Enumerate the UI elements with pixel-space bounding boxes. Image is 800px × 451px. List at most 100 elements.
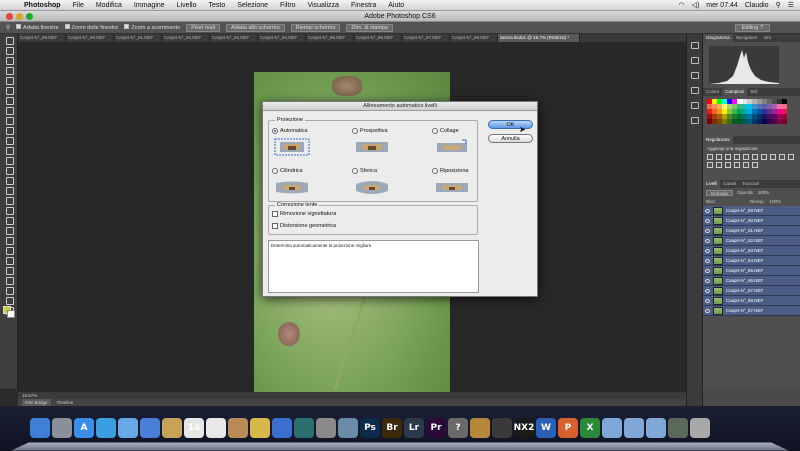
visibility-eye-icon[interactable] [705,268,710,273]
dim-stampa-button[interactable]: Dim. di stampa [346,23,394,32]
volume-icon[interactable]: ◁) [692,1,700,9]
brush-tool-icon[interactable] [4,106,14,115]
tab-mini-bridge[interactable]: Mini Bridge [22,399,51,406]
rectangle-tool-icon[interactable] [4,206,14,215]
close-window-icon[interactable] [6,13,13,20]
doc-tab[interactable]: Caspri-N°_59.NEF [18,34,66,42]
marquee-tool-icon[interactable] [4,46,14,55]
option-adatta-finestre[interactable]: Adatta finestre [16,24,59,31]
brightness-adjustment-icon[interactable] [707,154,713,160]
levels-adjustment-icon[interactable] [716,154,722,160]
sferica-preview-icon[interactable] [354,178,390,196]
layer-row[interactable]: Caspri-N°_67.NEF [703,286,800,296]
properties-panel-icon[interactable] [690,72,699,79]
hand-tool-icon[interactable] [4,216,14,225]
visibility-eye-icon[interactable] [705,208,710,213]
preview-icon[interactable] [338,418,358,438]
tab-istogramma[interactable]: Istogramma [703,34,733,42]
option-collage[interactable]: Collage [432,128,459,134]
list-icon[interactable]: ☰ [788,1,794,9]
doc-tab[interactable]: Senza titolo1 @ 16,7% (RGB/16) * [498,34,580,42]
menu-photoshop[interactable]: Photoshop [18,2,67,9]
user-name[interactable]: Claudio [745,2,769,9]
extra-1-tool-icon[interactable] [4,236,14,245]
ok-button[interactable]: OK [488,120,533,129]
doc-tab[interactable]: Caspri-N°_65.NEF [306,34,354,42]
visibility-eye-icon[interactable] [705,218,710,223]
paragraph-panel-icon[interactable] [690,117,699,124]
layer-row[interactable]: Caspri-N°_63.NEF [703,246,800,256]
option-zoom-scorrimento[interactable]: Zoom a scorrimento [124,24,180,31]
doc-tab[interactable]: Caspri-N°_63.NEF [210,34,258,42]
tab-navigatore[interactable]: Navigatore [733,34,761,42]
option-riposiziona[interactable]: Riposiziona [432,168,468,174]
visibility-eye-icon[interactable] [705,238,710,243]
threshold-adjustment-icon[interactable] [734,162,740,168]
finder-icon[interactable] [30,418,50,438]
channel-mixer-adjustment-icon[interactable] [788,154,794,160]
radio-automatica[interactable] [272,128,278,134]
history-panel-icon[interactable] [690,42,699,49]
visibility-eye-icon[interactable] [705,228,710,233]
invert-adjustment-icon[interactable] [716,162,722,168]
selective-color-adjustment-icon[interactable] [752,162,758,168]
swatches-grid[interactable] [703,96,800,136]
color-balance-adjustment-icon[interactable] [761,154,767,160]
path-select-tool-icon[interactable] [4,196,14,205]
radio-cilindrica[interactable] [272,168,278,174]
tab-timeline[interactable]: Timeline [57,399,74,406]
tab-canali[interactable]: Canali [720,180,739,188]
tab-tracciati[interactable]: Tracciati [739,180,762,188]
automatica-preview-icon[interactable] [274,138,310,156]
camera-icon[interactable] [492,418,512,438]
layer-row[interactable]: Caspri-N°_64.NEF [703,256,800,266]
vignette-option[interactable]: Rimozione vignettatura [272,211,336,217]
menu-livello[interactable]: Livello [171,2,203,9]
opacity-value[interactable]: 100% [758,190,770,195]
lightroom-icon[interactable]: Lr [404,418,424,438]
minimize-window-icon[interactable] [16,13,23,20]
pixel-reali-button[interactable]: Pixel reali [186,23,221,32]
layer-row[interactable]: Caspri-N°_68.NEF [703,296,800,306]
eraser-tool-icon[interactable] [4,136,14,145]
zoom-tool-icon[interactable]: ⚲ [6,25,10,31]
extra-4-tool-icon[interactable] [4,266,14,275]
visibility-eye-icon[interactable] [705,248,710,253]
layer-row[interactable]: Caspri-N°_62.NEF [703,236,800,246]
stack-icon[interactable] [668,418,688,438]
actions-panel-icon[interactable] [690,57,699,64]
xcode-icon[interactable] [272,418,292,438]
tab-campioni[interactable]: Campioni [722,88,748,96]
prospettiva-preview-icon[interactable] [354,138,390,156]
menu-filtro[interactable]: Filtro [274,2,302,9]
extra-2-tool-icon[interactable] [4,246,14,255]
fill-value[interactable]: 100% [770,199,782,204]
adatta-schermo-button[interactable]: Adatta allo schermo [226,23,285,32]
distortion-checkbox[interactable] [272,223,278,229]
clone-stamp-tool-icon[interactable] [4,116,14,125]
cilindrica-preview-icon[interactable] [274,178,310,196]
visibility-eye-icon[interactable] [705,308,710,313]
type-tool-icon[interactable] [4,186,14,195]
pen-tool-icon[interactable] [4,176,14,185]
downloads-folder-icon[interactable] [646,418,666,438]
radio-riposiziona[interactable] [432,168,438,174]
dodge-tool-icon[interactable] [4,166,14,175]
menu-selezione[interactable]: Selezione [231,2,274,9]
extra-3-tool-icon[interactable] [4,256,14,265]
tab-info[interactable]: Info [761,34,775,42]
extra-6-tool-icon[interactable] [4,286,14,295]
tab-livelli[interactable]: Livelli [703,180,721,188]
visibility-eye-icon[interactable] [705,278,710,283]
zoom-window-icon[interactable] [26,13,33,20]
radio-sferica[interactable] [352,168,358,174]
doc-tab[interactable]: Caspri-N°_67.NEF [402,34,450,42]
extra-7-tool-icon[interactable] [4,296,14,305]
documents-folder-icon[interactable] [624,418,644,438]
tab-regolazioni[interactable]: Regolazioni [703,136,733,144]
layer-row[interactable]: Caspri-N°_59.NEF [703,206,800,216]
collage-preview-icon[interactable] [434,138,470,156]
notes-icon[interactable] [162,418,182,438]
curves-adjustment-icon[interactable] [725,154,731,160]
quick-select-tool-icon[interactable] [4,66,14,75]
